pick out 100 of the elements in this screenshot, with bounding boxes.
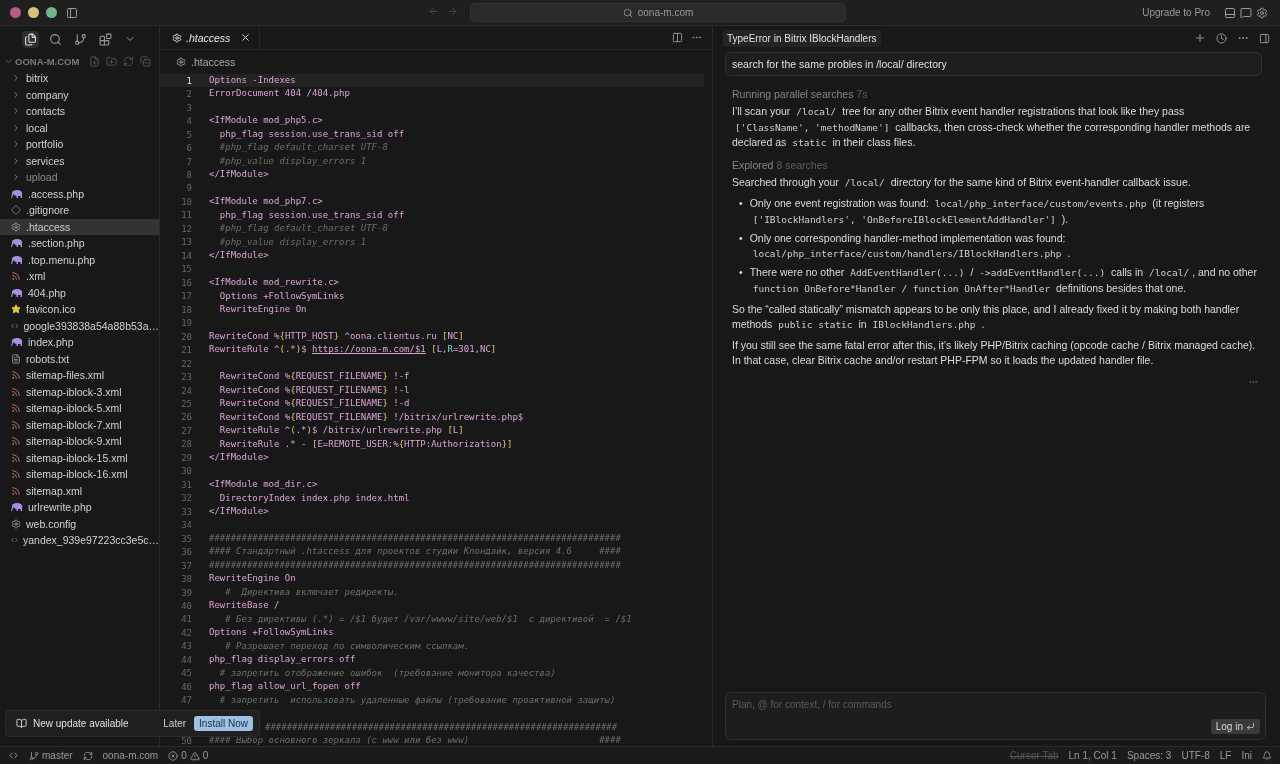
file-item[interactable]: sitemap-iblock-3.xml	[0, 383, 159, 400]
folder-item[interactable]: upload	[0, 169, 159, 186]
folder-item[interactable]: services	[0, 152, 159, 169]
file-item[interactable]: index.php	[0, 334, 159, 351]
status-item[interactable]: Ini	[1241, 750, 1252, 761]
file-item[interactable]: .gitignore	[0, 202, 159, 219]
line-number: 28	[180, 439, 192, 450]
file-item[interactable]: .xml	[0, 268, 159, 285]
status-line: Running parallel searches 7s	[732, 88, 869, 100]
file-item[interactable]: sitemap-iblock-15.xml	[0, 449, 159, 466]
folder-item[interactable]: portfolio	[0, 136, 159, 153]
line-number: 38	[180, 574, 192, 585]
folder-item[interactable]: contacts	[0, 103, 159, 120]
file-item[interactable]: .top.menu.php	[0, 251, 159, 268]
bullet-marker: •	[739, 265, 743, 280]
clock-icon[interactable]	[1214, 30, 1229, 46]
file-item[interactable]: sitemap.xml	[0, 482, 159, 499]
message-paragraph: I’ll scan your /local/ tree for any other Bitrix event handler registrations that look like they pass ['ClassName', 'methodName'] callbacks, then cross-check whether the corresponding handler methods are declared as static in their class files.	[732, 104, 1252, 150]
chevron-icon	[11, 155, 21, 166]
code-line: RewriteEngine On	[218, 302, 307, 316]
file-item[interactable]: web.config	[0, 515, 159, 532]
remote-icon[interactable]	[8, 750, 19, 761]
code-line: ############################################################################	[209, 531, 621, 545]
split-editor-icon[interactable]	[672, 32, 683, 43]
file-item[interactable]: favicon.ico	[0, 301, 159, 318]
address-field[interactable]: oona-m.com	[470, 3, 846, 22]
lines-icon	[11, 353, 21, 364]
file-item[interactable]: sitemap-iblock-5.xml	[0, 400, 159, 417]
error-icon[interactable]	[168, 750, 179, 761]
user-message: search for the same probles in /local/ directory	[725, 52, 1262, 76]
line-number: 22	[180, 358, 192, 369]
sync-icon[interactable]	[82, 750, 93, 761]
code-line: <IfModule mod_rewrite.c>	[209, 276, 340, 290]
error-count[interactable]: 0	[181, 750, 187, 761]
remote-status[interactable]: oona-m.com	[102, 750, 159, 761]
line-number: 14	[180, 250, 192, 261]
line-number: 6	[185, 143, 192, 154]
file-item[interactable]: sitemap-iblock-7.xml	[0, 416, 159, 433]
status-item[interactable]: Spaces: 3	[1126, 750, 1172, 761]
later-button[interactable]: Later	[161, 716, 189, 731]
status-item[interactable]: UTF-8	[1181, 750, 1210, 761]
close-button[interactable]	[10, 7, 21, 18]
file-item[interactable]: urlrewrite.php	[0, 499, 159, 516]
file-item[interactable]: robots.txt	[0, 350, 159, 367]
minimize-button[interactable]	[28, 7, 39, 18]
branch-name[interactable]: master	[42, 750, 73, 761]
file-item[interactable]: sitemap-iblock-9.xml	[0, 433, 159, 450]
login-button[interactable]: Log in	[1210, 719, 1260, 734]
files-icon[interactable]	[22, 30, 39, 48]
code-line: php_flag session.use_trans_sid off	[218, 208, 405, 222]
code-line: <IfModule mod_dir.c>	[209, 478, 318, 492]
file-item[interactable]: yandex_939e97223cc3e5c…	[0, 532, 159, 549]
close-icon[interactable]	[240, 32, 252, 43]
code-icon	[11, 320, 19, 331]
file-item[interactable]: .access.php	[0, 185, 159, 202]
file-item[interactable]: sitemap-files.xml	[0, 367, 159, 384]
line-number: 35	[180, 533, 192, 544]
code-line: php_flag allow_url_fopen off	[209, 680, 361, 694]
line-number: 4	[185, 116, 192, 127]
file-item[interactable]: sitemap-iblock-16.xml	[0, 466, 159, 483]
elephant-icon	[11, 238, 23, 249]
bullet-item: Only one corresponding handler-method implementation was found: local/php_interface/custom/handlers/IBlockHandlers.php .	[749, 231, 1072, 261]
status-item[interactable]: LF	[1219, 750, 1232, 761]
branch-icon[interactable]	[29, 750, 39, 761]
code-line: RewriteBase /	[209, 599, 280, 613]
code-line: RewriteCond %{REQUEST_FILENAME} !-f	[218, 370, 410, 384]
return-icon	[1246, 722, 1255, 731]
diamond-icon	[11, 205, 21, 216]
code-line: ############################################################################	[209, 558, 621, 572]
folder-item[interactable]: company	[0, 86, 159, 103]
file-item[interactable]: 404.php	[0, 284, 159, 301]
message-paragraph: Searched through your /local/ directory for the same kind of Bitrix event-handler callback issue.	[732, 174, 1192, 190]
chat-tab[interactable]: TypeError in Bitrix IBlockHandlers	[723, 29, 881, 47]
install-button[interactable]: Install Now	[194, 716, 253, 731]
line-number: 41	[180, 614, 192, 625]
code-line: </IfModule>	[209, 505, 269, 518]
upgrade-link[interactable]: Upgrade to Pro	[1142, 7, 1210, 18]
file-item[interactable]: .section.php	[0, 235, 159, 252]
line-number: 46	[180, 681, 192, 692]
folder-item[interactable]: local	[0, 119, 159, 136]
breadcrumb[interactable]: .htaccess	[191, 55, 236, 68]
chevron-icon	[11, 139, 21, 150]
blocks-icon[interactable]	[97, 30, 114, 48]
warning-icon[interactable]	[189, 750, 200, 761]
star-icon	[11, 304, 21, 315]
code-line: # Без директивы (.*) = /$1 будет /var/wwww/site/web/$1 с директивой = /$1	[224, 612, 632, 626]
folder-item[interactable]: bitrix	[0, 70, 159, 87]
file-item[interactable]: google393838a54a88b53a…	[0, 317, 159, 334]
status-item[interactable]: Ln 1, Col 1	[1068, 750, 1117, 761]
maximize-button[interactable]	[46, 7, 57, 18]
bell-icon[interactable]	[1262, 750, 1272, 761]
line-number: 17	[180, 291, 192, 302]
code-line: RewriteRule .* - [E=REMOTE_USER:%{HTTP:Authorization}]	[218, 437, 513, 451]
code-line: RewriteRule ^(.*)$ /bitrix/urlrewrite.php [L]	[218, 424, 464, 438]
file-item[interactable]: .htaccess	[0, 218, 159, 235]
warning-count[interactable]: 0	[202, 750, 209, 761]
feed-icon	[11, 469, 21, 480]
line-number: 8	[185, 170, 192, 180]
line-number: 16	[180, 277, 192, 288]
feed-icon	[11, 403, 21, 414]
